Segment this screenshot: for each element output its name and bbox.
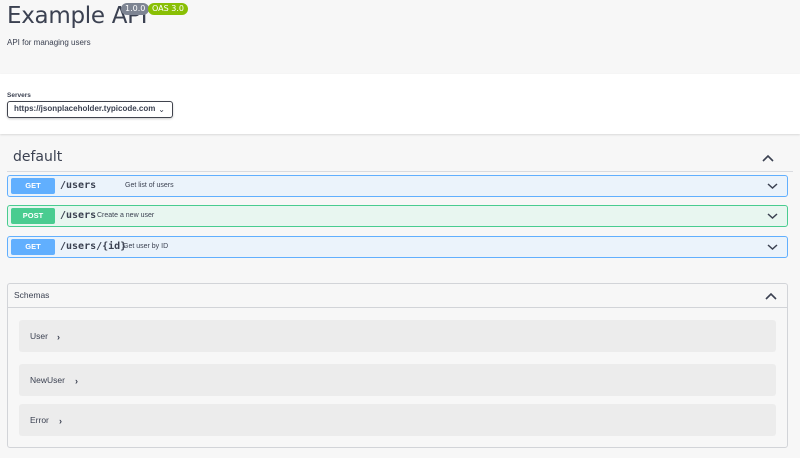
info-section: Example API 1.0.0 OAS 3.0 API for managi… <box>0 0 800 74</box>
operation-get-users[interactable]: GET /users Get list of users <box>7 175 788 197</box>
tag-name: default <box>13 149 63 165</box>
version-badge: 1.0.0 <box>121 3 150 15</box>
model-newuser[interactable]: NewUser › <box>19 364 776 396</box>
chevron-down-icon[interactable] <box>767 212 778 220</box>
chevron-down-icon[interactable] <box>767 182 778 190</box>
operation-post-users[interactable]: POST /users Create a new user <box>7 205 788 227</box>
operation-summary: Get user by ID <box>123 243 169 250</box>
server-select[interactable]: https://jsonplaceholder.typicode.com ⌄ <box>7 101 173 118</box>
model-error[interactable]: Error › <box>19 404 776 436</box>
operation-get-user-by-id[interactable]: GET /users/{id} Get user by ID <box>7 236 788 258</box>
api-description: API for managing users <box>7 38 91 47</box>
chevron-up-icon[interactable] <box>761 153 775 163</box>
schemas-header[interactable]: Schemas <box>8 284 787 308</box>
operation-path: /users <box>60 180 97 191</box>
model-user[interactable]: User › <box>19 320 776 352</box>
tag-header-default[interactable]: default <box>7 142 793 172</box>
model-name: NewUser <box>30 375 65 385</box>
server-select-value: https://jsonplaceholder.typicode.com <box>14 104 156 113</box>
operation-path: /users <box>60 210 97 221</box>
servers-label: Servers <box>7 92 31 99</box>
chevron-down-icon: ⌄ <box>158 105 165 114</box>
chevron-right-icon: › <box>59 416 62 426</box>
schemas-section: Schemas User › NewUser › Error › <box>7 283 788 448</box>
chevron-right-icon: › <box>57 332 60 342</box>
chevron-down-icon[interactable] <box>767 243 778 251</box>
method-badge: GET <box>11 178 55 194</box>
model-name: Error <box>30 415 49 425</box>
operation-path: /users/{id} <box>60 241 127 252</box>
model-name: User <box>30 331 48 341</box>
servers-section: Servers https://jsonplaceholder.typicode… <box>0 74 800 134</box>
schemas-title: Schemas <box>14 290 50 300</box>
chevron-right-icon: › <box>75 376 78 386</box>
method-badge: GET <box>11 239 55 255</box>
operation-summary: Create a new user <box>97 212 155 219</box>
operation-summary: Get list of users <box>125 182 174 189</box>
chevron-up-icon[interactable] <box>764 291 778 301</box>
method-badge: POST <box>11 208 55 224</box>
oas-badge: OAS 3.0 <box>148 3 188 15</box>
